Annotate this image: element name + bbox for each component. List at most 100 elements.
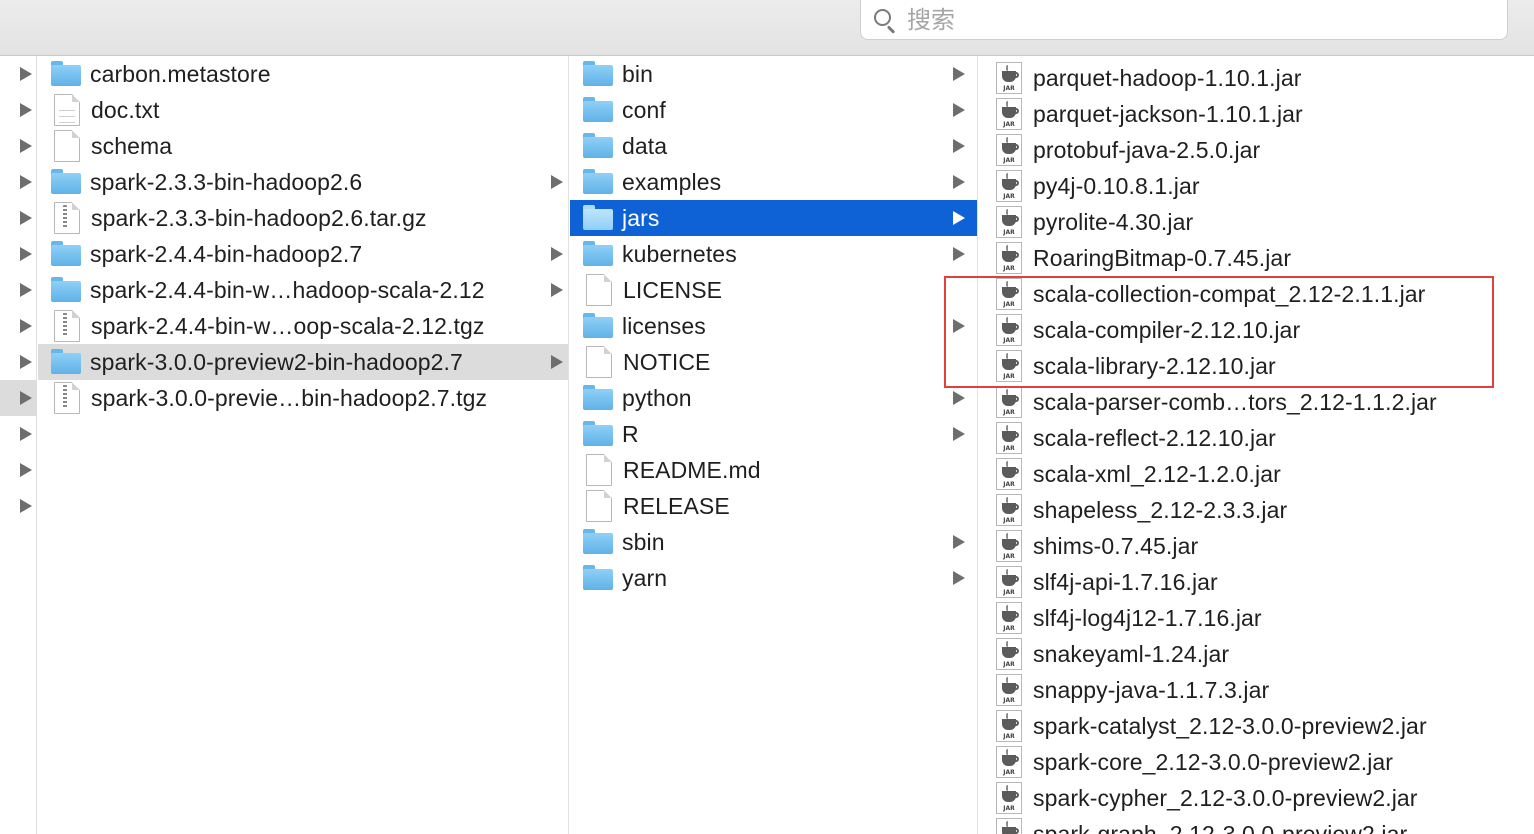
file-row-spark-3-0-0-previe-bin-hadoop2-7-tgz[interactable]: spark-3.0.0-previe…bin-hadoop2.7.tgz: [38, 380, 568, 416]
file-name: spark-catalyst_2.12-3.0.0-preview2.jar: [1033, 712, 1427, 739]
file-row-protobuf-java-2-5-0-jar[interactable]: JAR protobuf-java-2.5.0.jar: [979, 132, 1534, 168]
file-row-parquet-hadoop-1-10-1-jar[interactable]: JAR parquet-hadoop-1.10.1.jar: [979, 60, 1534, 96]
disclosure-arrow-icon[interactable]: [20, 355, 32, 369]
disclosure-arrow-icon[interactable]: [20, 427, 32, 441]
file-name: spark-2.4.4-bin-hadoop2.7: [90, 240, 363, 267]
file-row-spark-2-3-3-bin-hadoop2-6-tar-gz[interactable]: spark-2.3.3-bin-hadoop2.6.tar.gz: [38, 200, 568, 236]
jar-badge-label: JAR: [1003, 301, 1015, 308]
file-row-schema[interactable]: schema: [38, 128, 568, 164]
disclosure-arrow-icon[interactable]: [551, 283, 563, 297]
file-name: spark-cypher_2.12-3.0.0-preview2.jar: [1033, 784, 1418, 811]
file-row-sbin[interactable]: sbin: [570, 524, 977, 560]
file-row-parquet-jackson-1-10-1-jar[interactable]: JAR parquet-jackson-1.10.1.jar: [979, 96, 1534, 132]
disclosure-arrow-icon[interactable]: [20, 463, 32, 477]
disclosure-arrow-icon[interactable]: [20, 139, 32, 153]
jar-file-icon: JAR: [996, 710, 1022, 742]
folder-icon: [582, 241, 614, 267]
jar-badge-label: JAR: [1003, 445, 1015, 452]
column-spark-parent[interactable]: carbon.metastore doc.txt schema spark-2.3.3…: [38, 56, 569, 834]
disclosure-arrow-icon[interactable]: [551, 175, 563, 189]
jar-badge-label: JAR: [1003, 229, 1015, 236]
file-row-notice[interactable]: NOTICE: [570, 344, 977, 380]
file-row-spark-2-4-4-bin-w-oop-scala-2-12-tgz[interactable]: spark-2.4.4-bin-w…oop-scala-2.12.tgz: [38, 308, 568, 344]
file-row-snappy-java-1-1-7-3-jar[interactable]: JAR snappy-java-1.1.7.3.jar: [979, 672, 1534, 708]
disclosure-arrow-icon[interactable]: [953, 139, 965, 153]
file-row-scala-library-2-12-10-jar[interactable]: JAR scala-library-2.12.10.jar: [979, 348, 1534, 384]
file-row-carbon-metastore[interactable]: carbon.metastore: [38, 56, 568, 92]
file-row-spark-2-3-3-bin-hadoop2-6[interactable]: spark-2.3.3-bin-hadoop2.6: [38, 164, 568, 200]
file-row-scala-collection-compat-2-12-2-1-1-jar[interactable]: JAR scala-collection-compat_2.12-2.1.1.ja…: [979, 276, 1534, 312]
file-row-bin[interactable]: bin: [570, 56, 977, 92]
file-row-data[interactable]: data: [570, 128, 977, 164]
file-row-scala-compiler-2-12-10-jar[interactable]: JAR scala-compiler-2.12.10.jar: [979, 312, 1534, 348]
jar-file-icon: JAR: [996, 782, 1022, 814]
disclosure-arrow-icon[interactable]: [551, 355, 563, 369]
disclosure-arrow-icon[interactable]: [20, 175, 32, 189]
file-row-py4j-0-10-8-1-jar[interactable]: JAR py4j-0.10.8.1.jar: [979, 168, 1534, 204]
disclosure-arrow-icon[interactable]: [953, 211, 965, 225]
jar-file-icon: JAR: [996, 98, 1022, 130]
file-row-slf4j-log4j12-1-7-16-jar[interactable]: JAR slf4j-log4j12-1.7.16.jar: [979, 600, 1534, 636]
disclosure-arrow-icon[interactable]: [20, 247, 32, 261]
file-row-kubernetes[interactable]: kubernetes: [570, 236, 977, 272]
disclosure-arrow-icon[interactable]: [551, 247, 563, 261]
file-row-shims-0-7-45-jar[interactable]: JAR shims-0.7.45.jar: [979, 528, 1534, 564]
search-field[interactable]: [860, 0, 1508, 40]
disclosure-arrow-icon[interactable]: [953, 103, 965, 117]
file-row-examples[interactable]: examples: [570, 164, 977, 200]
file-row-licenses[interactable]: licenses: [570, 308, 977, 344]
file-row-shapeless-2-12-2-3-3-jar[interactable]: JAR shapeless_2.12-2.3.3.jar: [979, 492, 1534, 528]
jar-badge-label: JAR: [1003, 85, 1015, 92]
file-row-spark-2-4-4-bin-hadoop2-7[interactable]: spark-2.4.4-bin-hadoop2.7: [38, 236, 568, 272]
disclosure-arrow-icon[interactable]: [953, 247, 965, 261]
jar-file-icon: JAR: [996, 170, 1022, 202]
parent-column[interactable]: [0, 56, 37, 834]
disclosure-arrow-icon[interactable]: [953, 427, 965, 441]
document-icon: [586, 490, 612, 522]
file-row-doc-txt[interactable]: doc.txt: [38, 92, 568, 128]
search-input[interactable]: [907, 5, 1467, 34]
disclosure-arrow-icon[interactable]: [20, 391, 32, 405]
disclosure-arrow-icon[interactable]: [953, 67, 965, 81]
disclosure-arrow-icon[interactable]: [20, 103, 32, 117]
disclosure-arrow-icon[interactable]: [20, 283, 32, 297]
file-row-spark-3-0-0-preview2-bin-hadoop2-7[interactable]: spark-3.0.0-preview2-bin-hadoop2.7: [38, 344, 568, 380]
file-row-scala-parser-comb-tors-2-12-1-1-2-jar[interactable]: JAR scala-parser-comb…tors_2.12-1.1.2.jar: [979, 384, 1534, 420]
file-row-conf[interactable]: conf: [570, 92, 977, 128]
column-jars-contents[interactable]: JAR parquet-hadoop-1.10.1.jar JAR parquet-j…: [979, 56, 1534, 834]
file-row-pyrolite-4-30-jar[interactable]: JAR pyrolite-4.30.jar: [979, 204, 1534, 240]
disclosure-arrow-icon[interactable]: [20, 211, 32, 225]
archive-file-icon: [54, 310, 80, 342]
file-row-jars[interactable]: jars: [570, 200, 977, 236]
document-icon: [586, 274, 612, 306]
file-row-roaringbitmap-0-7-45-jar[interactable]: JAR RoaringBitmap-0.7.45.jar: [979, 240, 1534, 276]
file-row-yarn[interactable]: yarn: [570, 560, 977, 596]
file-row-scala-reflect-2-12-10-jar[interactable]: JAR scala-reflect-2.12.10.jar: [979, 420, 1534, 456]
file-row-release[interactable]: RELEASE: [570, 488, 977, 524]
jar-file-icon: JAR: [996, 62, 1022, 94]
disclosure-arrow-icon[interactable]: [953, 319, 965, 333]
column-spark-3-contents[interactable]: bin conf data examples jars kubernetes LICENSE…: [570, 56, 978, 834]
folder-icon: [50, 277, 82, 303]
file-row-slf4j-api-1-7-16-jar[interactable]: JAR slf4j-api-1.7.16.jar: [979, 564, 1534, 600]
file-row-readme-md[interactable]: README.md: [570, 452, 977, 488]
disclosure-arrow-icon[interactable]: [953, 175, 965, 189]
file-row-snakeyaml-1-24-jar[interactable]: JAR snakeyaml-1.24.jar: [979, 636, 1534, 672]
file-row-r[interactable]: R: [570, 416, 977, 452]
file-row-license[interactable]: LICENSE: [570, 272, 977, 308]
disclosure-arrow-icon[interactable]: [20, 67, 32, 81]
file-row-spark-cypher-2-12-3-0-0-preview2-jar[interactable]: JAR spark-cypher_2.12-3.0.0-preview2.jar: [979, 780, 1534, 816]
folder-icon: [582, 61, 614, 87]
file-row-spark-catalyst-2-12-3-0-0-preview2-jar[interactable]: JAR spark-catalyst_2.12-3.0.0-preview2.ja…: [979, 708, 1534, 744]
disclosure-arrow-icon[interactable]: [20, 319, 32, 333]
disclosure-arrow-icon[interactable]: [953, 535, 965, 549]
disclosure-arrow-icon[interactable]: [953, 571, 965, 585]
disclosure-arrow-icon[interactable]: [20, 499, 32, 513]
file-row-spark-graph-2-12-3-0-0-preview2-jar[interactable]: JAR spark-graph_2.12-3.0.0-preview2.jar: [979, 816, 1534, 834]
file-row-python[interactable]: python: [570, 380, 977, 416]
file-row-scala-xml-2-12-1-2-0-jar[interactable]: JAR scala-xml_2.12-1.2.0.jar: [979, 456, 1534, 492]
file-row-spark-core-2-12-3-0-0-preview2-jar[interactable]: JAR spark-core_2.12-3.0.0-preview2.jar: [979, 744, 1534, 780]
folder-icon: [582, 313, 614, 339]
disclosure-arrow-icon[interactable]: [953, 391, 965, 405]
file-row-spark-2-4-4-bin-w-hadoop-scala-2-12[interactable]: spark-2.4.4-bin-w…hadoop-scala-2.12: [38, 272, 568, 308]
